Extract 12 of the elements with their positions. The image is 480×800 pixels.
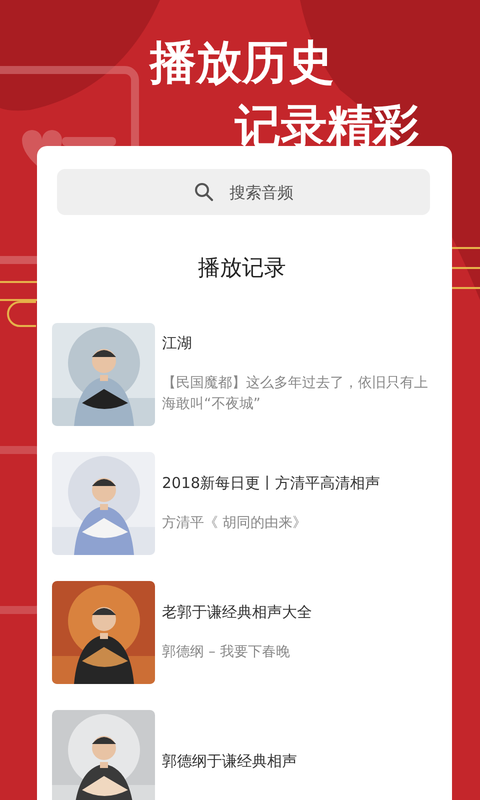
search-icon bbox=[194, 182, 214, 202]
record-subtitle: 方清平《 胡同的由来》 bbox=[162, 514, 308, 532]
headline: 播放历史 bbox=[150, 34, 335, 91]
headline: 记录精彩 bbox=[234, 98, 420, 155]
record-subtitle: 【民国魔都】这么多年过去了，依旧只有上海敢叫“不夜城” bbox=[162, 374, 429, 414]
record-title[interactable]: 江湖 bbox=[162, 334, 432, 353]
record-title[interactable]: 郭德纲于谦经典相声 bbox=[162, 752, 297, 771]
record-title[interactable]: 老郭于谦经典相声大全 bbox=[162, 602, 312, 622]
section-title: 播放记录 bbox=[197, 255, 287, 283]
record-subtitle: 郭德纲 – 我要下春晚 bbox=[162, 642, 291, 662]
record-title[interactable]: 2018新每日更丨方清平高清相声 bbox=[162, 474, 380, 492]
search-field[interactable]: 搜索音频 bbox=[57, 169, 430, 215]
